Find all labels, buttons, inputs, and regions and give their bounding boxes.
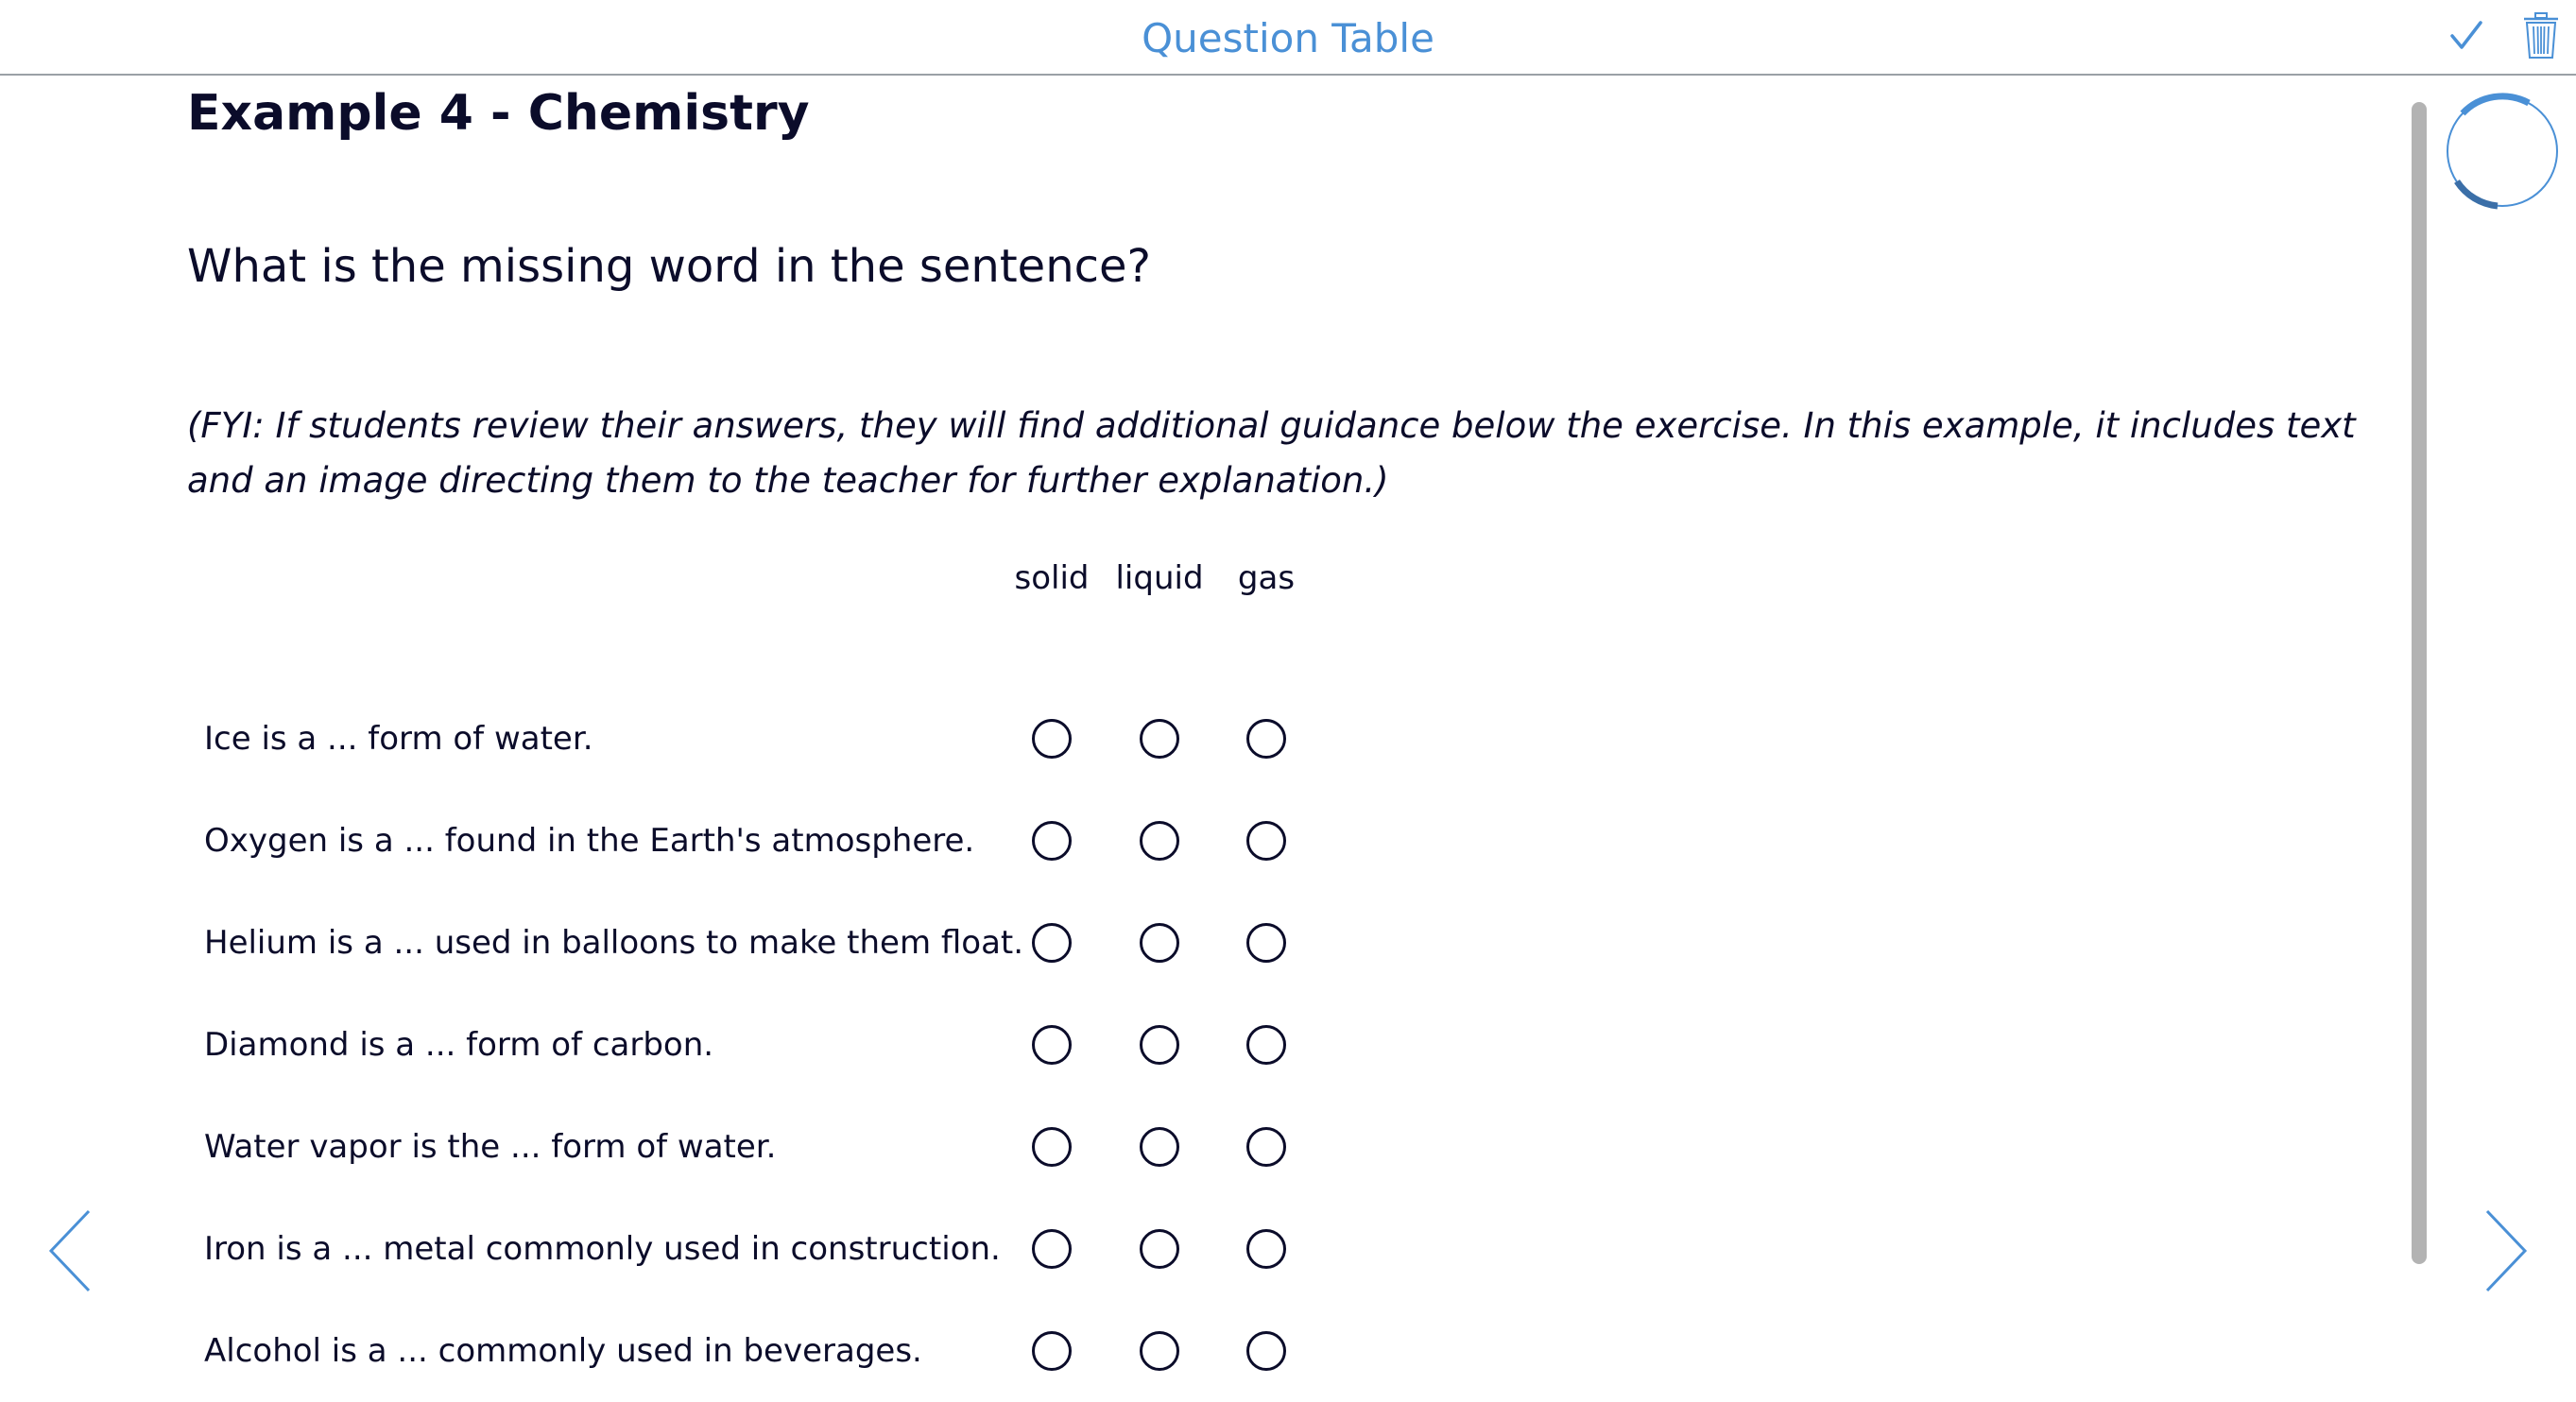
table-row: Diamond is a ... form of carbon. [187,994,1416,1096]
radio-liquid[interactable] [1140,821,1179,861]
radio-gas[interactable] [1246,719,1286,759]
table-row: Iron is a ... metal commonly used in con… [187,1198,1416,1300]
radio-liquid[interactable] [1140,1127,1179,1167]
row-label: Water vapor is the ... form of water. [204,1128,777,1166]
row-label: Helium is a ... used in balloons to make… [204,924,1024,962]
radio-liquid[interactable] [1140,719,1179,759]
check-icon[interactable] [2447,17,2485,55]
radio-solid[interactable] [1032,923,1072,963]
table-row: Helium is a ... used in balloons to make… [187,892,1416,994]
column-header-solid: solid [1014,559,1090,597]
trash-icon[interactable] [2521,11,2561,60]
radio-solid[interactable] [1032,1127,1072,1167]
radio-gas[interactable] [1246,1331,1286,1371]
radio-gas[interactable] [1246,923,1286,963]
table-row: Oxygen is a ... found in the Earth's atm… [187,790,1416,892]
column-header-gas: gas [1237,559,1296,597]
column-header-liquid: liquid [1115,559,1204,597]
table-row: Alcohol is a ... commonly used in bevera… [187,1300,1416,1402]
radio-solid[interactable] [1032,1331,1072,1371]
row-label: Ice is a ... form of water. [204,720,593,758]
radio-liquid[interactable] [1140,1331,1179,1371]
radio-liquid[interactable] [1140,923,1179,963]
table-row: Ice is a ... form of water. [187,688,1416,790]
radio-solid[interactable] [1032,719,1072,759]
exercise-content: Example 4 - Chemistry What is the missin… [187,76,2361,1371]
row-label: Oxygen is a ... found in the Earth's atm… [204,822,975,860]
radio-gas[interactable] [1246,821,1286,861]
chevron-left-icon[interactable] [45,1207,94,1294]
radio-gas[interactable] [1246,1127,1286,1167]
progress-ring [2447,93,2558,210]
row-label: Diamond is a ... form of carbon. [204,1026,714,1064]
scrollbar[interactable] [2412,102,2427,1264]
radio-gas[interactable] [1246,1229,1286,1269]
radio-liquid[interactable] [1140,1025,1179,1065]
radio-liquid[interactable] [1140,1229,1179,1269]
radio-gas[interactable] [1246,1025,1286,1065]
row-label: Alcohol is a ... commonly used in bevera… [204,1332,922,1370]
example-title: Example 4 - Chemistry [187,85,810,142]
radio-solid[interactable] [1032,1025,1072,1065]
radio-solid[interactable] [1032,1229,1072,1269]
page-title: Question Table [1142,15,1434,61]
radio-solid[interactable] [1032,821,1072,861]
question-text: What is the missing word in the sentence… [187,240,1152,293]
scrollbar-thumb[interactable] [2412,102,2427,1264]
row-label: Iron is a ... metal commonly used in con… [204,1230,1001,1268]
top-bar: Question Table [0,0,2576,76]
chevron-right-icon[interactable] [2482,1207,2531,1294]
fyi-note: (FYI: If students review their answers, … [187,405,2356,501]
table-row: Water vapor is the ... form of water. [187,1096,1416,1198]
